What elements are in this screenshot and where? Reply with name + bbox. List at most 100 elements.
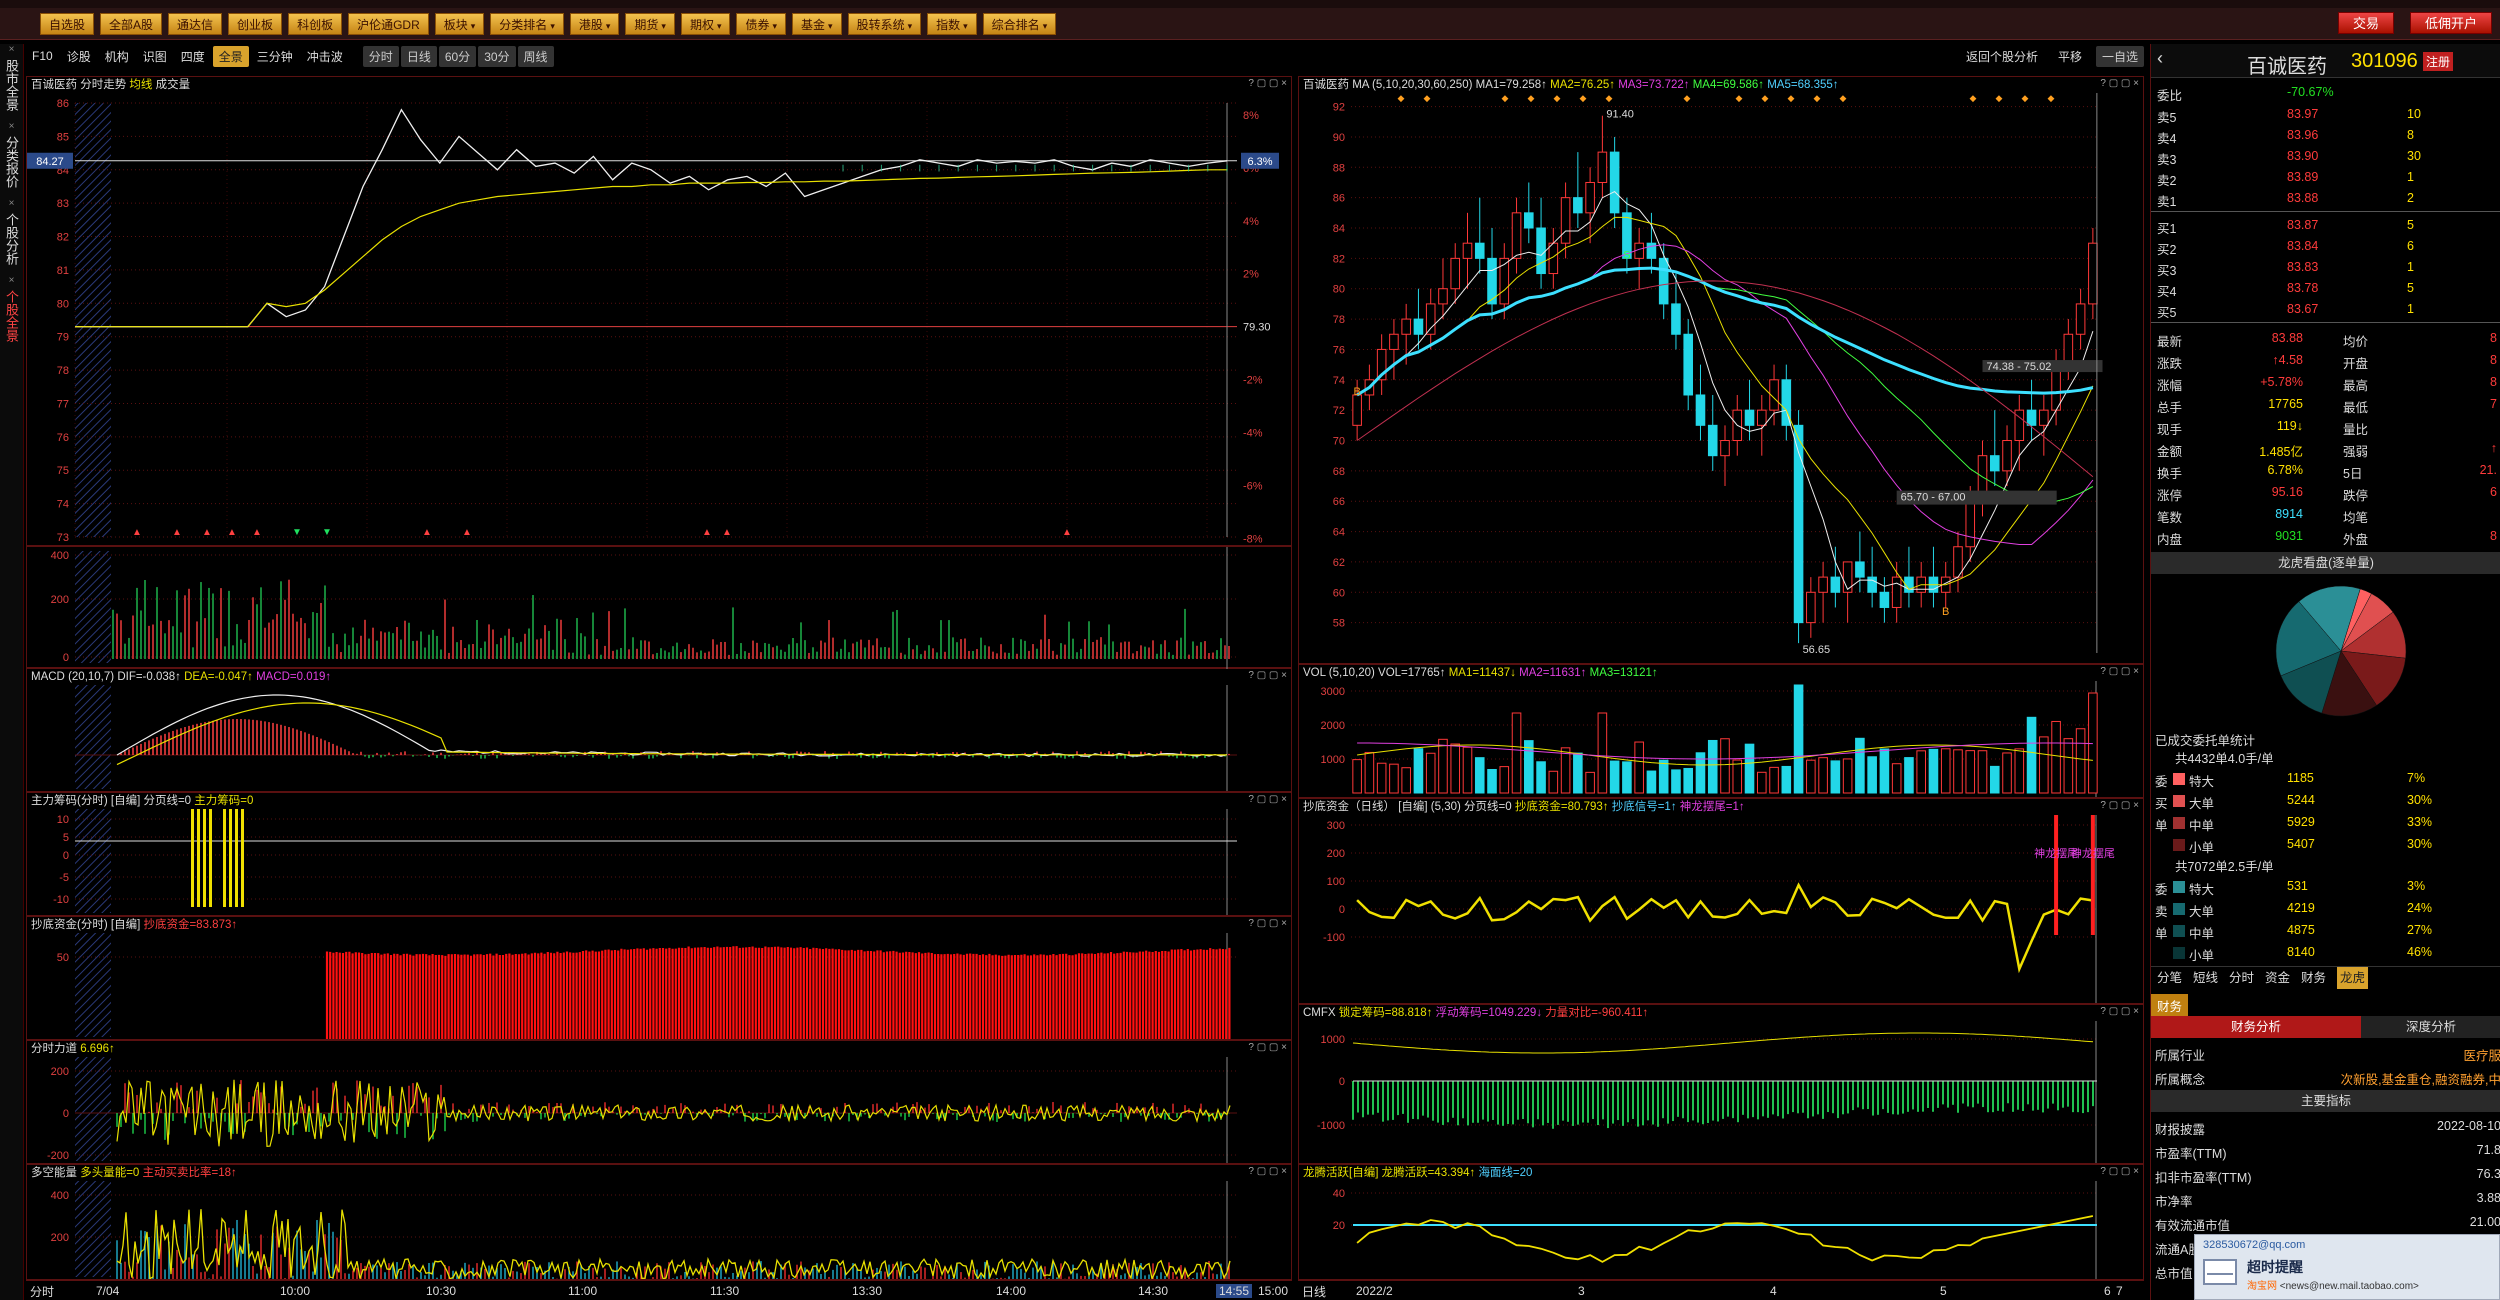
kline-chart-pane[interactable]: 百诚医药 MA (5,10,20,30,60,250) MA1=79.258↑ … — [1298, 76, 2144, 664]
pane-controls[interactable]: ? ▢ ▢ × — [2100, 800, 2139, 811]
order-book-row[interactable]: 买1 83.87 5 — [2151, 215, 2500, 237]
intraday-chart-pane[interactable]: 百诚医药 分时走势 均线 成交量 ? ▢ ▢ × 86 85 84 83 82 81 80 79… — [26, 76, 1292, 547]
dragon-active-pane[interactable]: 龙腾活跃[自编] 龙腾活跃=43.394↑ 海面线=20 ? ▢ ▢ × 40 20 — [1298, 1164, 2144, 1280]
side-tab[interactable]: 资金 — [2265, 967, 2290, 989]
vertical-tab[interactable]: 个股分析 — [0, 209, 22, 269]
main-chip-pane[interactable]: 主力筹码(分时) [自编] 分页线=0 主力筹码=0 ? ▢ ▢ × 10 5 0 -5… — [26, 792, 1292, 916]
menu-button[interactable]: 创业板 — [228, 12, 283, 35]
deep-analysis-tab[interactable]: 深度分析 — [2361, 1016, 2500, 1038]
menu-button[interactable]: 指数 ▾ — [927, 12, 977, 35]
intraday-force-pane[interactable]: 分时力道 6.696↑ ? ▢ ▢ × 200 0 -200 — [26, 1040, 1292, 1164]
stat-label: 总手 — [2157, 401, 2183, 415]
toolbar-tab[interactable]: 30分 — [478, 45, 516, 67]
vertical-tab[interactable]: 个股全景 — [0, 286, 22, 346]
close-icon[interactable]: × — [0, 44, 23, 55]
menu-button[interactable]: 全部A股 — [100, 12, 163, 35]
menu-button[interactable]: 科创板 — [288, 12, 343, 35]
daily-bottom-fund-pane[interactable]: 抄底资金（日线） [自编] (5,30) 分页线=0 抄底资金=80.793↑ … — [1298, 798, 2144, 1004]
open-account-button[interactable]: 低佣开户 — [2410, 12, 2493, 34]
side-tab[interactable]: 财务 — [2301, 967, 2326, 989]
side-tab[interactable]: 短线 — [2193, 967, 2218, 989]
toolbar-tab[interactable]: 60分 — [438, 45, 477, 67]
menu-button[interactable]: 股转系统 ▾ — [847, 12, 922, 35]
toolbar-tab[interactable]: F10 — [26, 47, 59, 65]
time-mode-button[interactable]: 分时 — [30, 1283, 54, 1300]
signal-dot: ◆ — [1788, 93, 1795, 103]
menu-button[interactable]: 自选股 — [40, 12, 95, 35]
toolbar-tab[interactable]: 全景 — [212, 45, 249, 67]
date-mode-button[interactable]: 日线 — [1302, 1283, 1326, 1300]
side-tab[interactable]: 龙虎 — [2337, 967, 2369, 989]
volume-pane[interactable]: VOL (5,10,20) VOL=17765↑ MA1=11437↓ MA2=… — [1298, 664, 2144, 798]
quote-stat-row: 总手 17765 最低 7 — [2151, 394, 2500, 416]
intraday-volume-pane[interactable]: 400 200 0 — [26, 546, 1292, 669]
divider — [2151, 322, 2500, 323]
menu-button[interactable]: 分类排名 ▾ — [490, 12, 564, 35]
toolbar-right-item[interactable]: 平移 — [2052, 46, 2088, 67]
order-book-row[interactable]: 买4 83.78 5 — [2151, 278, 2500, 300]
order-book-row[interactable]: 卖3 83.90 30 — [2151, 146, 2500, 168]
header-text: 6.696↑ — [80, 1043, 115, 1055]
menu-label: 综合排名 — [991, 17, 1040, 32]
bottom-fishing-fund-pane[interactable]: 抄底资金(分时) [自编] 抄底资金=83.873↑ ? ▢ ▢ × 50 — [26, 916, 1292, 1040]
order-book-row[interactable]: 买3 83.83 1 — [2151, 257, 2500, 279]
toolbar-tab[interactable]: 机构 — [99, 46, 135, 67]
vertical-tab[interactable]: 股市全景 — [0, 55, 22, 115]
finance-analysis-tab[interactable]: 财务分析 — [2151, 1016, 2361, 1038]
menu-button[interactable]: 港股 ▾ — [569, 12, 620, 35]
toolbar-tab[interactable]: 识图 — [137, 46, 173, 67]
side-tab[interactable]: 分时 — [2229, 967, 2254, 989]
toolbar-tab[interactable]: 四度 — [175, 46, 211, 67]
pane-controls[interactable]: ? ▢ ▢ × — [1248, 1166, 1287, 1177]
header-text: CMFX — [1303, 1007, 1336, 1019]
menu-button[interactable]: 期货 ▾ — [625, 12, 675, 35]
macd-pane[interactable]: MACD (20,10,7) DIF=-0.038↑ DEA=-0.047↑ M… — [26, 668, 1292, 792]
dragon-header: 龙腾活跃[自编] 龙腾活跃=43.394↑ 海面线=20 — [1299, 1165, 1532, 1181]
order-book-row[interactable]: 买2 83.84 6 — [2151, 236, 2500, 258]
back-chevron-icon[interactable]: ‹ — [2157, 48, 2163, 69]
menu-button[interactable]: 综合排名 ▾ — [982, 12, 1057, 35]
menu-button[interactable]: 板块 ▾ — [434, 12, 485, 35]
order-book-row[interactable]: 卖4 83.96 8 — [2151, 125, 2500, 147]
pane-controls[interactable]: ? ▢ ▢ × — [2100, 666, 2139, 677]
pane-controls[interactable]: ? ▢ ▢ × — [2100, 1166, 2139, 1177]
candle — [1806, 591, 1816, 624]
trade-button[interactable]: 交易 — [2338, 12, 2395, 34]
toolbar-tab[interactable]: 分时 — [362, 45, 399, 67]
toolbar-tab[interactable]: 日线 — [400, 45, 437, 67]
pane-controls[interactable]: ? ▢ ▢ × — [2100, 78, 2139, 89]
menu-button[interactable]: 债券 ▾ — [736, 12, 787, 35]
close-icon[interactable]: × — [0, 198, 23, 209]
toolbar-right-item[interactable]: 一自选 — [2096, 45, 2145, 67]
chevron-down-icon: ▾ — [550, 20, 555, 31]
pane-controls[interactable]: ? ▢ ▢ × — [1248, 1042, 1287, 1053]
menu-button[interactable]: 期权 ▾ — [680, 12, 731, 35]
pane-controls[interactable]: ? ▢ ▢ × — [2100, 1006, 2139, 1017]
osc-tick-label: 10 — [57, 814, 69, 826]
finance-tab[interactable]: 财务 — [2151, 994, 2189, 1017]
long-short-energy-pane[interactable]: 多空能量 多头量能=0 主动买卖比率=18↑ ? ▢ ▢ × 400 200 — [26, 1164, 1292, 1280]
order-book-row[interactable]: 卖1 83.88 2 — [2151, 188, 2500, 210]
menu-button[interactable]: 沪伦通GDR — [348, 12, 429, 35]
pane-controls[interactable]: ? ▢ ▢ × — [1248, 794, 1287, 805]
mail-notification-popup[interactable]: 328530672@qq.com 超时提醒 淘宝网 <news@new.mail… — [2194, 1234, 2500, 1300]
pane-controls[interactable]: ? ▢ ▢ × — [1248, 670, 1287, 681]
toolbar-tab[interactable]: 诊股 — [61, 46, 97, 67]
menu-button[interactable]: 基金 ▾ — [792, 12, 842, 35]
toolbar-right-item[interactable]: 返回个股分析 — [1960, 46, 2044, 67]
close-icon[interactable]: × — [0, 275, 23, 286]
toolbar-tab[interactable]: 周线 — [517, 45, 554, 67]
order-book-row[interactable]: 卖2 83.89 1 — [2151, 167, 2500, 189]
menu-button[interactable]: 通达信 — [168, 12, 223, 35]
pane-controls[interactable]: ? ▢ ▢ × — [1248, 918, 1287, 929]
toolbar-tab[interactable]: 冲击波 — [301, 46, 349, 67]
side-tab[interactable]: 分笔 — [2157, 967, 2182, 989]
order-book-row[interactable]: 买5 83.67 1 — [2151, 299, 2500, 321]
book-price: 83.97 — [2287, 107, 2319, 121]
close-icon[interactable]: × — [0, 121, 23, 132]
vertical-tab[interactable]: 分类报价 — [0, 132, 22, 192]
candle — [1695, 394, 1706, 426]
order-book-row[interactable]: 卖5 83.97 10 — [2151, 104, 2500, 126]
cmfx-pane[interactable]: CMFX 锁定筹码=88.818↑ 浮动筹码=1049.229↓ 力量对比=-9… — [1298, 1004, 2144, 1164]
toolbar-tab[interactable]: 三分钟 — [251, 46, 299, 67]
